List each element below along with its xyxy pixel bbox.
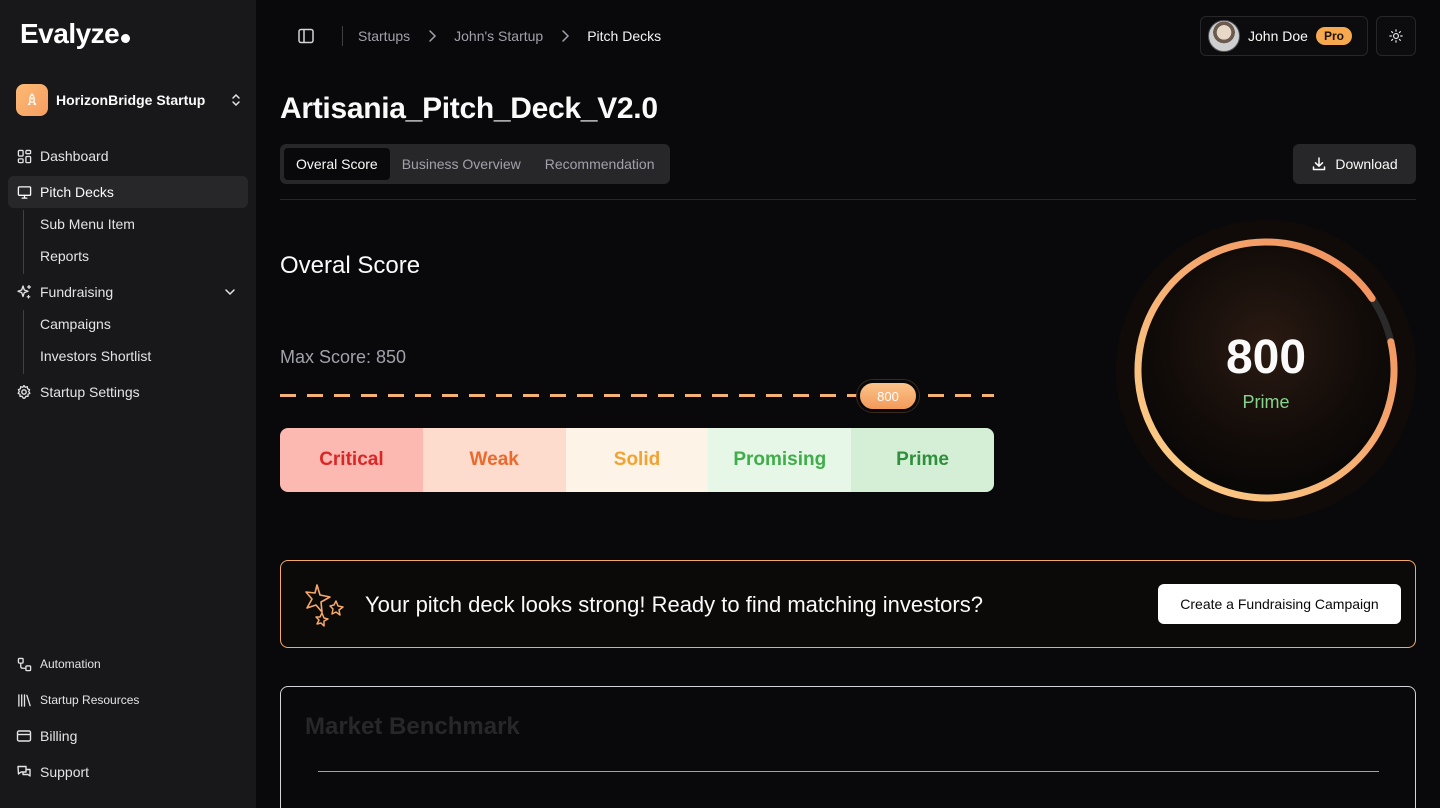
sidebar-item-label: Dashboard <box>40 148 109 164</box>
chevron-down-icon <box>225 289 235 296</box>
sidebar-item-label: Startup Resources <box>40 693 140 707</box>
sidebar-subitem-reports[interactable]: Reports <box>40 240 89 272</box>
download-label: Download <box>1335 156 1398 172</box>
chevron-right-icon <box>557 28 573 44</box>
sidebar-item-label: Fundraising <box>40 284 114 300</box>
scale-solid: Solid <box>565 428 709 492</box>
sparkles-icon <box>16 284 32 300</box>
submenu-line <box>23 310 24 374</box>
tab-list: Overal Score Business Overview Recommend… <box>280 144 671 184</box>
logo-dot <box>121 34 131 43</box>
scale-promising: Promising <box>708 428 852 492</box>
sidebar-item-billing[interactable]: Billing <box>8 720 248 752</box>
tab-overal-score[interactable]: Overal Score <box>284 148 390 180</box>
theme-toggle-button[interactable] <box>1376 16 1416 56</box>
section-title: Overal Score <box>280 252 421 279</box>
score-marker: 800 <box>857 380 919 412</box>
create-fundraising-campaign-button[interactable]: Create a Fundraising Campaign <box>1158 584 1401 624</box>
sidebar-item-label: Support <box>40 764 90 780</box>
market-benchmark-title: Market Benchmark <box>305 713 520 740</box>
org-avatar <box>16 84 48 116</box>
credit-card-icon <box>16 728 32 744</box>
top-bar: Startups John's Startup Pitch Decks John… <box>256 0 1440 72</box>
org-name: HorizonBridge Startup <box>56 92 206 108</box>
org-switcher[interactable]: HorizonBridge Startup <box>16 84 244 116</box>
breadcrumb-startups[interactable]: Startups <box>358 28 410 44</box>
avatar <box>1208 20 1240 52</box>
sidebar-toggle-icon[interactable] <box>296 26 316 46</box>
score-scale: Critical Weak Solid Promising Prime <box>280 428 994 492</box>
sidebar-item-label: Billing <box>40 728 78 744</box>
page-title: Artisania_Pitch_Deck_V2.0 <box>280 92 658 125</box>
sparkles-icon <box>305 584 344 627</box>
sidebar-item-startup-settings[interactable]: Startup Settings <box>8 376 248 408</box>
max-score-label: Max Score: 850 <box>280 347 407 367</box>
tab-recommendation[interactable]: Recommendation <box>533 148 667 180</box>
score-rating: Prime <box>1242 392 1290 412</box>
scale-critical: Critical <box>280 428 423 492</box>
breadcrumb: Startups John's Startup Pitch Decks <box>358 26 661 46</box>
download-icon <box>1313 157 1326 171</box>
chevrons-up-down-icon <box>232 93 240 107</box>
dashboard-icon <box>16 148 32 164</box>
tab-business-overview[interactable]: Business Overview <box>390 148 533 180</box>
pro-badge: Pro <box>1315 27 1352 45</box>
sidebar-subitem-campaigns[interactable]: Campaigns <box>40 308 111 340</box>
divider <box>280 199 1416 200</box>
gear-icon <box>16 384 32 400</box>
submenu-line <box>23 210 24 274</box>
sidebar-item-fundraising[interactable]: Fundraising <box>8 276 248 308</box>
sidebar-subitem-investors-shortlist[interactable]: Investors Shortlist <box>40 340 151 372</box>
sidebar-item-label: Pitch Decks <box>40 184 114 200</box>
score-value: 800 <box>1225 331 1307 384</box>
sidebar-item-support[interactable]: Support <box>8 756 248 788</box>
logo-text: Evalyze <box>20 18 120 49</box>
sidebar-item-label: Startup Settings <box>40 384 140 400</box>
fundraising-cta-banner: Your pitch deck looks strong! Ready to f… <box>280 560 1416 648</box>
sidebar-item-automation[interactable]: Automation <box>8 648 248 680</box>
workflow-icon <box>16 656 32 672</box>
user-menu[interactable]: John Doe Pro <box>1200 16 1368 56</box>
sidebar-subitem-sub-menu-item[interactable]: Sub Menu Item <box>40 208 135 240</box>
benchmark-axis-line <box>318 771 1379 772</box>
breadcrumb-johns-startup[interactable]: John's Startup <box>454 28 543 44</box>
sidebar-item-pitch-decks[interactable]: Pitch Decks <box>8 176 248 208</box>
sidebar-item-dashboard[interactable]: Dashboard <box>8 140 248 172</box>
download-button[interactable]: Download <box>1293 144 1416 184</box>
rocket-icon <box>27 93 37 106</box>
sidebar-item-startup-resources[interactable]: Startup Resources <box>8 684 248 716</box>
library-icon <box>16 692 32 708</box>
chat-icon <box>16 764 32 780</box>
breadcrumb-pitch-decks: Pitch Decks <box>587 28 662 44</box>
sidebar: Evalyze HorizonBridge Startup Dashboard … <box>0 0 256 808</box>
divider <box>342 26 343 46</box>
presentation-icon <box>16 184 32 200</box>
scale-prime: Prime <box>851 428 994 492</box>
user-name: John Doe <box>1248 28 1308 44</box>
cta-message: Your pitch deck looks strong! Ready to f… <box>365 592 983 617</box>
chevron-right-icon <box>424 28 440 44</box>
sidebar-item-label: Automation <box>40 657 101 671</box>
scale-weak: Weak <box>422 428 566 492</box>
sun-icon <box>1389 29 1403 43</box>
market-benchmark-card: Market Benchmark <box>280 686 1416 808</box>
app-logo[interactable]: Evalyze <box>20 18 131 50</box>
